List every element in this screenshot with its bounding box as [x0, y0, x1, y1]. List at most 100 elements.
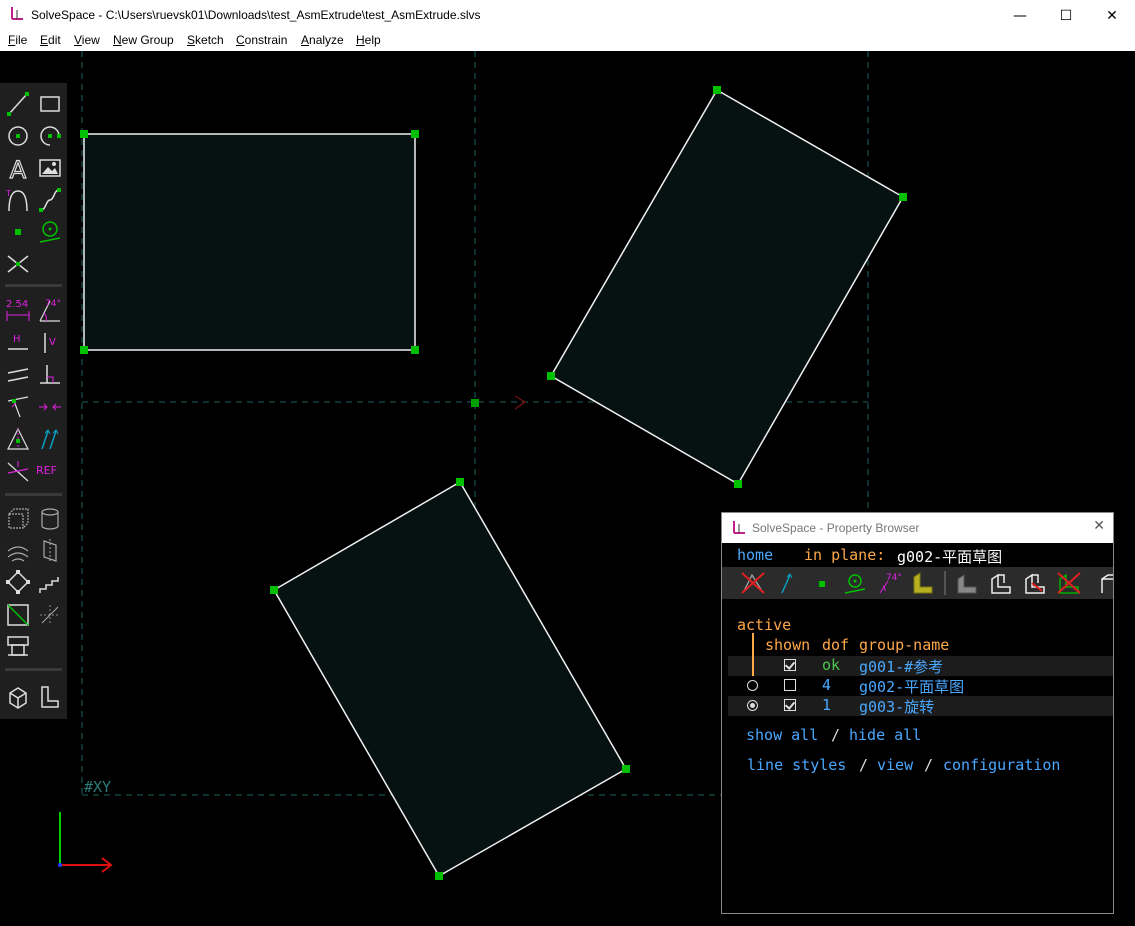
solvespace-app-icon — [11, 7, 23, 20]
menu-constrain[interactable]: Constrain — [236, 33, 287, 47]
mesh-visibility-icon[interactable] — [1056, 571, 1082, 595]
configuration-link[interactable]: configuration — [943, 756, 1060, 774]
group-dof: 1 — [822, 696, 832, 714]
toolbar-separator — [5, 668, 62, 671]
group-active-radio[interactable] — [747, 700, 758, 711]
angle-constraint-icon[interactable]: 74° — [36, 297, 64, 325]
sketch-rectangle-3[interactable] — [270, 478, 630, 880]
helix-icon[interactable] — [4, 537, 32, 565]
minimize-button[interactable]: — — [997, 0, 1043, 31]
plane-label: #XY — [84, 778, 112, 796]
distance-constraint-icon[interactable]: 2.54 — [4, 297, 32, 325]
construction-visibility-icon[interactable] — [842, 571, 868, 595]
workplanes-visibility-icon[interactable] — [740, 571, 766, 595]
maximize-button[interactable]: ☐ — [1043, 0, 1089, 31]
link-import-icon[interactable] — [4, 601, 32, 629]
window-title: SolveSpace - C:\Users\ruevsk01\Downloads… — [31, 8, 481, 22]
points-visibility-icon[interactable] — [810, 571, 834, 595]
home-link[interactable]: home — [737, 546, 773, 564]
group-name-link[interactable]: g003-旋转 — [859, 696, 934, 717]
point-on-line-icon[interactable] — [4, 393, 32, 421]
sketch-rectangle-2[interactable] — [547, 86, 907, 488]
outlines-visibility-icon[interactable] — [1022, 571, 1048, 595]
visibility-icon-bar: 74° — [722, 567, 1113, 599]
menu-new-group[interactable]: New Group — [113, 33, 174, 47]
group-active-radio[interactable] — [747, 680, 758, 691]
menu-analyze[interactable]: Analyze — [301, 33, 344, 47]
parallel-constraint-icon[interactable] — [4, 361, 32, 389]
origin-point[interactable] — [471, 399, 479, 407]
group-shown-checkbox[interactable] — [784, 659, 796, 671]
property-browser-close-button[interactable]: ✕ — [1093, 518, 1105, 534]
point-tool-icon[interactable] — [4, 218, 32, 246]
sketch-rectangle-1[interactable] — [80, 130, 419, 354]
vertical-constraint-icon[interactable]: V — [36, 329, 64, 357]
show-all-link[interactable]: show all — [746, 726, 818, 744]
reference-toggle-icon[interactable]: REF — [36, 457, 64, 485]
show-faces-icon[interactable] — [36, 683, 64, 711]
menu-edit[interactable]: Edit — [40, 33, 61, 47]
menu-bar: File Edit View New Group Sketch Constrai… — [0, 31, 1135, 52]
menu-sketch[interactable]: Sketch — [187, 33, 224, 47]
group-row: 1 g003-旋转 — [728, 696, 1113, 716]
hide-all-link[interactable]: hide all — [849, 726, 921, 744]
split-curves-icon[interactable] — [4, 250, 32, 278]
show-shaded-icon[interactable] — [4, 683, 32, 711]
line-tool-icon[interactable] — [4, 90, 32, 118]
same-orientation-icon[interactable] — [36, 425, 64, 453]
coincident-constraint-icon[interactable] — [36, 393, 64, 421]
nearest-ortho-view-icon[interactable] — [4, 633, 32, 661]
axis-indicator — [58, 812, 113, 873]
rectangle-tool-icon[interactable] — [36, 90, 64, 118]
faces-visibility-icon[interactable] — [910, 571, 936, 595]
menu-help[interactable]: Help — [356, 33, 381, 47]
workplane-tool-icon[interactable] — [36, 218, 64, 246]
reference-toggle-label: REF — [36, 464, 57, 477]
menu-view[interactable]: View — [74, 33, 100, 47]
new-workplane-sketch-icon[interactable] — [36, 505, 64, 533]
group-row: 4 g002-平面草图 — [728, 676, 1113, 696]
nearest-iso-view-icon[interactable] — [36, 601, 64, 629]
group-dof: 4 — [822, 676, 832, 694]
in-plane-label: in plane: — [804, 546, 886, 564]
step-translating-icon[interactable] — [36, 569, 64, 597]
close-button[interactable]: ✕ — [1089, 0, 1135, 31]
text-tool-icon[interactable]: A — [4, 154, 32, 182]
menu-file[interactable]: File — [8, 33, 27, 47]
svg-text:A: A — [10, 156, 27, 182]
group-name-link[interactable]: g001-#参考 — [859, 656, 943, 677]
link-separator: / — [924, 756, 934, 774]
tangent-arc-icon[interactable]: T — [4, 186, 32, 214]
circle-tool-icon[interactable] — [4, 122, 32, 150]
horizontal-constraint-icon[interactable]: H — [4, 329, 32, 357]
perpendicular-constraint-icon[interactable] — [36, 361, 64, 389]
group-name-link[interactable]: g002-平面草图 — [859, 676, 964, 697]
revolve-icon[interactable] — [36, 537, 64, 565]
dof-column-header: dof — [822, 636, 850, 654]
other-supplementary-icon[interactable] — [4, 457, 32, 485]
solvespace-app-icon — [733, 521, 745, 534]
link-separator: / — [859, 756, 869, 774]
solid-model-visibility-icon[interactable] — [954, 571, 980, 595]
group-shown-checkbox[interactable] — [784, 699, 796, 711]
edges-visibility-icon[interactable] — [988, 571, 1014, 595]
property-browser-titlebar: SolveSpace - Property Browser ✕ — [722, 513, 1113, 543]
link-separator: / — [831, 726, 841, 744]
toolbar-separator — [5, 284, 62, 287]
vertical-constraint-label: V — [49, 337, 56, 348]
normals-visibility-icon[interactable] — [776, 571, 800, 595]
bezier-tool-icon[interactable] — [36, 186, 64, 214]
new-3d-sketch-icon[interactable] — [4, 505, 32, 533]
view-link[interactable]: view — [877, 756, 913, 774]
step-rotating-icon[interactable] — [4, 569, 32, 597]
angle-icon-label: 74° — [886, 573, 902, 583]
arc-tool-icon[interactable] — [36, 122, 64, 150]
line-styles-link[interactable]: line styles — [747, 756, 846, 774]
image-tool-icon[interactable] — [36, 154, 64, 182]
hidden-lines-visibility-icon[interactable] — [1098, 571, 1113, 595]
horizontal-constraint-label: H — [13, 334, 21, 345]
symmetric-constraint-icon[interactable] — [4, 425, 32, 453]
constraints-visibility-icon[interactable]: 74° — [876, 571, 904, 595]
group-shown-checkbox[interactable] — [784, 679, 796, 691]
icon-bar-separator — [944, 571, 946, 595]
